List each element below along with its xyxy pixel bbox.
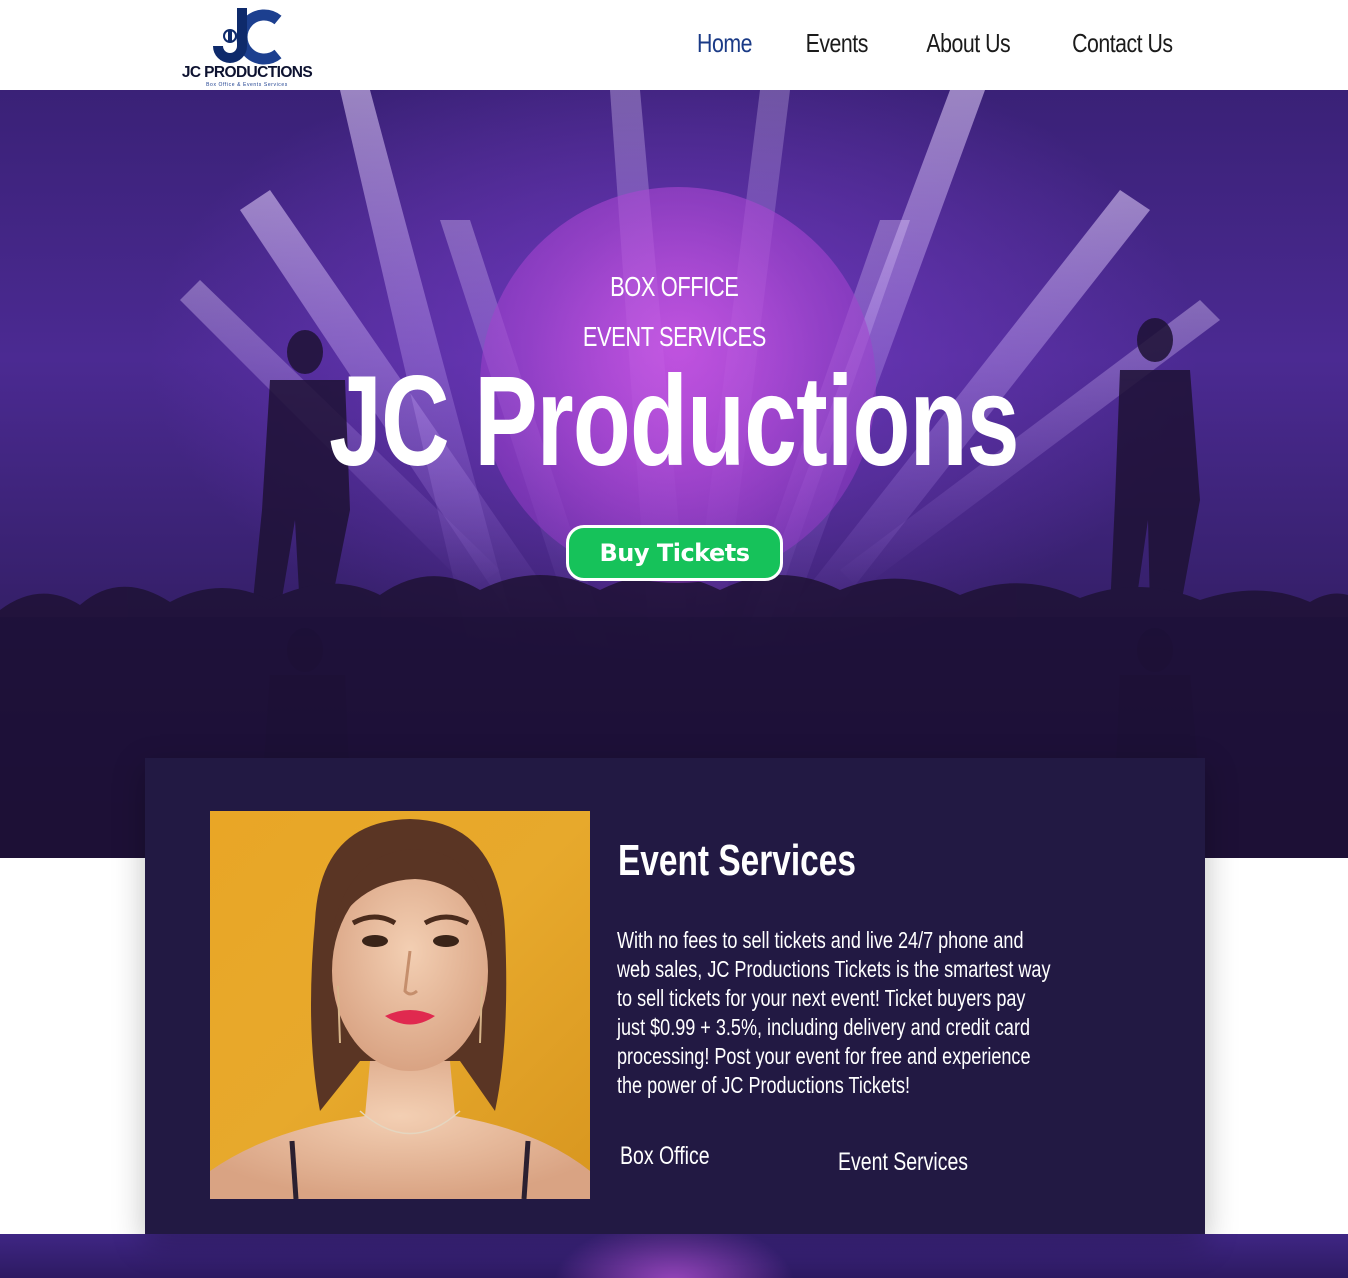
hero-title: JC Productions [329,350,1019,493]
event-services-link[interactable]: Event Services [838,1148,1005,1177]
nav-events[interactable]: Events [806,28,869,59]
main-nav: Home Events About Us Contact Us [685,28,1173,59]
card-heading: Event Services [618,836,856,885]
hero-section: BOX OFFICE EVENT SERVICES JC Productions… [0,90,1348,858]
card-description: With no fees to sell tickets and live 24… [617,927,1051,1098]
nav-contact-us[interactable]: Contact Us [1072,28,1173,59]
logo-name: JC PRODUCTIONS [181,64,313,81]
footer-background-band [0,1234,1348,1278]
nav-home[interactable]: Home [697,28,752,59]
site-header: JC PRODUCTIONS Box Office & Events Servi… [0,0,1348,90]
event-services-card: Event Services With no fees to sell tick… [145,758,1205,1234]
logo-mark-icon [213,8,282,65]
hero-eyebrow-event-services: EVENT SERVICES [582,321,766,352]
hero-eyebrow-box-office: BOX OFFICE [609,271,739,302]
woman-portrait-icon [210,819,590,1199]
site-logo[interactable]: JC PRODUCTIONS Box Office & Events Servi… [176,6,318,88]
nav-about-us[interactable]: About Us [927,28,1011,59]
portrait-image [210,811,590,1199]
buy-tickets-button[interactable]: Buy Tickets [566,525,783,581]
logo-tagline: Box Office & Events Services [206,82,288,88]
box-office-link[interactable]: Box Office [620,1142,735,1171]
